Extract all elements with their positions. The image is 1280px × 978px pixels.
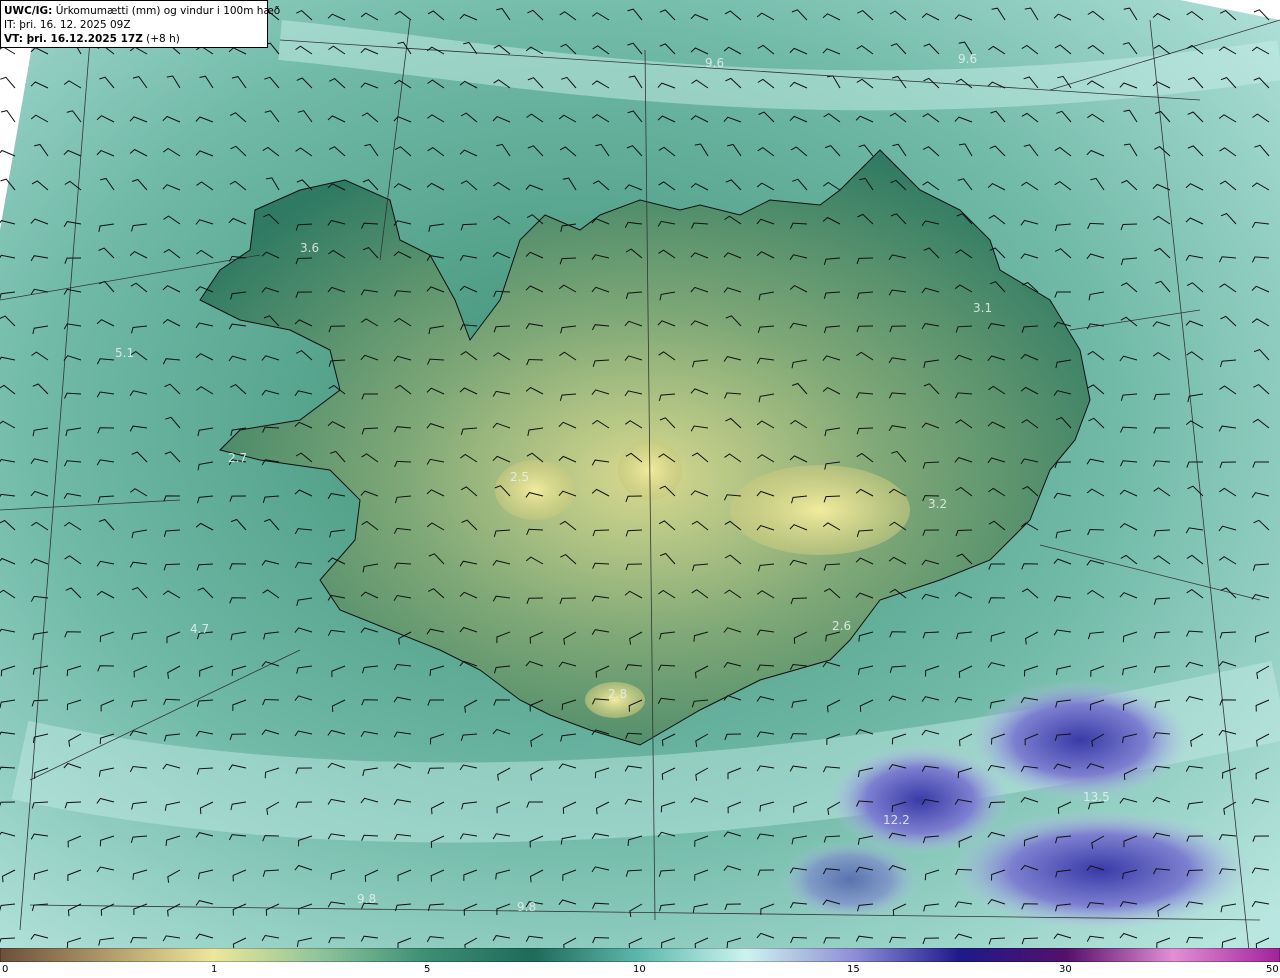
value-label: 3.2 — [928, 497, 947, 511]
it-label: IT: — [4, 19, 16, 31]
value-label: 9.8 — [357, 892, 376, 906]
tick-label: 30 — [1059, 964, 1072, 975]
map-title: Úrkomumætti (mm) og vindur i 100m hæð — [55, 5, 281, 17]
value-label: 9.8 — [517, 900, 536, 914]
value-label: 9.6 — [705, 56, 724, 70]
valid-time-row: VT: þri. 16.12.2025 17Z (+8 h) — [4, 32, 264, 46]
model-name: UWC/IG: — [4, 5, 53, 17]
value-label: 3.6 — [300, 241, 319, 255]
value-label: 5.1 — [115, 346, 134, 360]
it-value: þri. 16. 12. 2025 09Z — [19, 19, 131, 31]
weather-map: 9.6 9.6 3.6 5.1 3.1 2.7 2.5 3.2 4.7 2.6 … — [0, 0, 1280, 948]
tick-label: 1 — [211, 964, 218, 975]
value-label: 3.1 — [973, 301, 992, 315]
value-label: 9.6 — [958, 52, 977, 66]
precipitation-map: 9.6 9.6 3.6 5.1 3.1 2.7 2.5 3.2 4.7 2.6 … — [0, 0, 1280, 948]
vt-offset: (+8 h) — [146, 33, 180, 45]
initial-time-row: IT: þri. 16. 12. 2025 09Z — [4, 18, 264, 32]
tick-label: 10 — [633, 964, 646, 975]
tick-label: 15 — [847, 964, 860, 975]
tick-label: 5 — [424, 964, 431, 975]
value-label: 2.5 — [510, 470, 529, 484]
tick-label: 50 — [1266, 964, 1279, 975]
color-scale-bar — [0, 948, 1280, 962]
map-info-box: UWC/IG: Úrkomumætti (mm) og vindur i 100… — [0, 0, 280, 48]
value-label: 2.6 — [832, 619, 851, 633]
value-label: 2.8 — [608, 687, 627, 701]
glacier-langjokull — [495, 460, 575, 520]
value-label: 4.7 — [190, 622, 209, 636]
vt-label: VT: þri. 16.12.2025 17Z — [4, 33, 143, 45]
value-label: 13.5 — [1083, 790, 1110, 804]
glacier-vatnajokull — [730, 465, 910, 555]
value-label: 12.2 — [883, 813, 910, 827]
tick-label: 0 — [2, 964, 9, 975]
value-label: 2.7 — [228, 451, 247, 465]
title-row: UWC/IG: Úrkomumætti (mm) og vindur i 100… — [4, 4, 280, 18]
color-scale-ticks: 0 1 5 10 15 30 50 — [0, 962, 1280, 978]
